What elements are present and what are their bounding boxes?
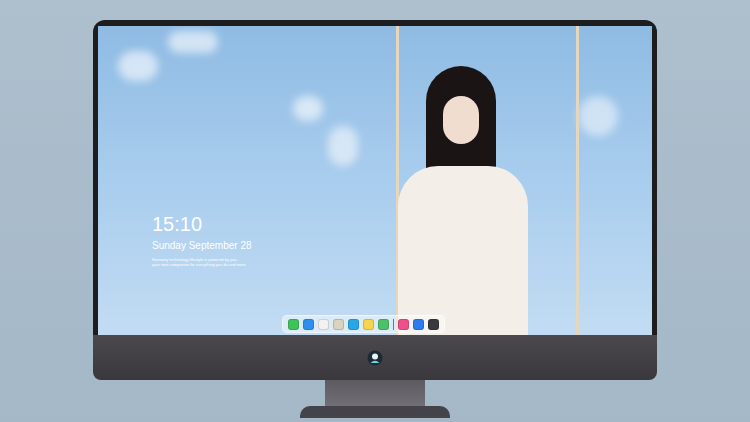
- desktop-screen: 15:10 Sunday September 28 Harmony technolo…: [98, 26, 652, 335]
- dock-app-icon[interactable]: [288, 319, 299, 330]
- dock-app-icon[interactable]: [363, 319, 374, 330]
- monitor-chin: [93, 335, 657, 380]
- dock-app-icon[interactable]: [348, 319, 359, 330]
- dock-app-icon[interactable]: [428, 319, 439, 330]
- caption-line: Harmony technology lifestyle is powered …: [152, 257, 652, 262]
- lock-clock: 15:10 Sunday September 28 Harmony technolo…: [152, 212, 652, 267]
- dock: [282, 315, 445, 333]
- dock-app-icon[interactable]: [413, 319, 424, 330]
- clock-caption: Harmony technology lifestyle is powered …: [152, 257, 652, 267]
- monitor: 15:10 Sunday September 28 Harmony technolo…: [93, 20, 657, 418]
- monitor-bezel: 15:10 Sunday September 28 Harmony technolo…: [93, 20, 657, 335]
- swing-rope: [576, 26, 579, 335]
- dock-separator: [393, 319, 394, 330]
- caption-line: your next companion for everything you d…: [152, 262, 652, 267]
- dock-app-icon[interactable]: [378, 319, 389, 330]
- clock-date: Sunday September 28: [152, 239, 652, 252]
- dock-app-icon[interactable]: [333, 319, 344, 330]
- cloud: [293, 96, 323, 121]
- page: 15:10 Sunday September 28 Harmony technolo…: [0, 0, 750, 422]
- monitor-neck: [325, 380, 425, 406]
- clock-time: 15:10: [152, 212, 652, 236]
- cloud: [118, 51, 158, 81]
- cloud: [328, 126, 358, 166]
- cloud: [578, 96, 618, 136]
- wallpaper-figure: [398, 166, 528, 335]
- dock-app-icon[interactable]: [303, 319, 314, 330]
- dock-app-icon[interactable]: [398, 319, 409, 330]
- brand-logo-icon: [367, 350, 383, 366]
- wallpaper-face: [443, 96, 479, 144]
- monitor-base: [300, 406, 450, 418]
- cloud: [168, 31, 218, 53]
- dock-app-icon[interactable]: [318, 319, 329, 330]
